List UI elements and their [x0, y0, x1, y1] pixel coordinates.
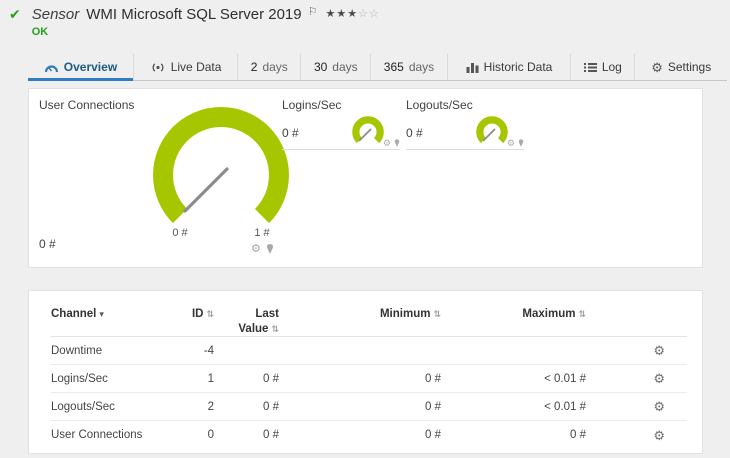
channels-panel: Channel ▾ ID ⇅ Last Value ⇅ Minimum ⇅ Maximu… — [28, 290, 703, 454]
tab-label: Log — [601, 60, 622, 74]
sort-icon: ⇅ — [271, 323, 279, 334]
tab-label: Historic Data — [483, 60, 553, 74]
mini-gauge-value: 0 # — [406, 126, 423, 140]
mini-gauge-title: Logouts/Sec — [406, 98, 473, 112]
gauge-max-label: 1 # — [254, 227, 270, 239]
tab-bar: Overview Live Data 2 days 30 days 365 da… — [28, 54, 727, 81]
column-header-label: Minimum — [379, 308, 431, 320]
table-row: Logins/Sec 1 0 # 0 # < 0.01 # ⚙ — [51, 365, 687, 393]
channel-settings-icon[interactable]: ⚙ — [586, 400, 687, 413]
pin-icon[interactable] — [266, 244, 274, 255]
tab-label: Settings — [667, 60, 712, 74]
tab-label-number: 30 — [313, 60, 328, 74]
tab-label-unit: days — [332, 60, 358, 74]
channel-name: Logins/Sec — [51, 372, 108, 385]
channel-id: -4 — [203, 344, 214, 357]
logouts-gauge-block: Logouts/Sec 0 # ⚙ — [406, 98, 524, 150]
column-header-last-value[interactable]: Last Value ⇅ — [214, 307, 279, 337]
logouts-gauge-actions: ⚙ — [507, 139, 524, 148]
tab-overview[interactable]: Overview — [28, 54, 133, 81]
gauge-min-label: 0 # — [172, 227, 188, 239]
sort-icon: ⇅ — [206, 309, 214, 319]
column-header-channel[interactable]: Channel ▾ — [51, 307, 174, 322]
sensor-header: ✔ Sensor WMI Microsoft SQL Server 2019 ⚐… — [9, 6, 380, 38]
channel-maximum: 0 # — [570, 429, 586, 441]
gauge-needle — [183, 167, 229, 213]
priority-star-rating[interactable]: ★★★☆☆ — [325, 7, 379, 20]
tab-30-days[interactable]: 30 days — [300, 54, 370, 80]
tab-live-data[interactable]: Live Data — [132, 54, 237, 80]
table-header-row: Channel ▾ ID ⇅ Last Value ⇅ Minimum ⇅ Maximu… — [51, 301, 687, 337]
column-header-id[interactable]: ID ⇅ — [174, 307, 214, 322]
historic-data-icon — [466, 62, 479, 73]
tab-label-unit: days — [408, 60, 435, 74]
status-ok-icon: ✔ — [9, 6, 21, 22]
channel-name: User Connections — [51, 429, 143, 441]
channel-name: Downtime — [51, 344, 103, 357]
column-header-label: Maximum — [522, 308, 576, 320]
object-kind-label: Sensor — [31, 6, 80, 23]
tab-label: Live Data — [170, 60, 222, 74]
stars-empty: ☆☆ — [358, 8, 380, 20]
channel-minimum: 0 # — [425, 429, 441, 441]
tab-label-number: 2 — [250, 60, 258, 74]
sort-desc-icon: ▾ — [99, 309, 104, 319]
table-row: Downtime -4 ⚙ — [51, 337, 687, 365]
tab-log[interactable]: Log — [570, 54, 634, 80]
channel-settings-icon[interactable]: ⚙ — [586, 344, 687, 357]
tab-historic-data[interactable]: Historic Data — [446, 54, 571, 80]
priority-flag-icon[interactable]: ⚐ — [308, 5, 318, 18]
sensor-title-block: Sensor WMI Microsoft SQL Server 2019 ⚐ ★… — [32, 6, 380, 38]
tab-label-unit: days — [262, 60, 288, 74]
sort-icon: ⇅ — [433, 309, 441, 319]
pin-icon[interactable] — [518, 139, 524, 148]
page-title: WMI Microsoft SQL Server 2019 — [86, 6, 302, 23]
column-header-minimum[interactable]: Minimum ⇅ — [279, 307, 441, 322]
channel-last-value: 0 # — [263, 429, 279, 441]
gauge-needle — [482, 128, 496, 142]
channel-minimum: 0 # — [425, 400, 441, 413]
table-row: User Connections 0 0 # 0 # 0 # ⚙ — [51, 421, 687, 449]
column-header-label: Channel — [51, 308, 97, 320]
tab-label-number: 365 — [383, 60, 404, 74]
tab-2-days[interactable]: 2 days — [237, 54, 300, 80]
mini-gauge-title: Logins/Sec — [282, 98, 342, 112]
column-header-label: ID — [191, 308, 204, 320]
tab-365-days[interactable]: 365 days — [370, 54, 447, 80]
gear-icon[interactable]: ⚙ — [251, 244, 261, 255]
channel-last-value: 0 # — [263, 372, 279, 385]
channel-maximum: < 0.01 # — [544, 372, 586, 385]
status-badge: OK — [31, 26, 49, 38]
pin-icon[interactable] — [394, 139, 400, 148]
channel-last-value: 0 # — [263, 400, 279, 413]
logins-gauge-block: Logins/Sec 0 # ⚙ — [282, 98, 400, 150]
sort-icon: ⇅ — [578, 309, 586, 319]
tab-label: Overview — [63, 60, 118, 74]
table-row: Logouts/Sec 2 0 # 0 # < 0.01 # ⚙ — [51, 393, 687, 421]
channel-id: 0 — [207, 429, 214, 441]
gear-icon[interactable]: ⚙ — [507, 139, 515, 148]
settings-gear-icon: ⚙ — [651, 59, 663, 75]
channel-id: 2 — [207, 400, 214, 413]
tab-settings[interactable]: ⚙ Settings — [634, 54, 727, 80]
live-data-icon — [152, 62, 164, 72]
channel-settings-icon[interactable]: ⚙ — [586, 372, 687, 385]
channel-name: Logouts/Sec — [51, 400, 115, 413]
channel-maximum: < 0.01 # — [544, 400, 586, 413]
channel-minimum: 0 # — [425, 372, 441, 385]
gauges-panel: User Connections 0 # 1 # 0 # ⚙ Logins/Se… — [28, 88, 703, 268]
stars-filled: ★★★ — [325, 8, 359, 20]
primary-gauge-value: 0 # — [39, 237, 56, 251]
channel-id: 1 — [207, 372, 214, 385]
channels-table: Channel ▾ ID ⇅ Last Value ⇅ Minimum ⇅ Maximu… — [51, 301, 687, 449]
logins-gauge-actions: ⚙ — [383, 139, 400, 148]
mini-gauge-value: 0 # — [282, 126, 299, 140]
gear-icon[interactable]: ⚙ — [383, 139, 391, 148]
primary-gauge-actions: ⚙ — [251, 244, 274, 255]
log-icon — [583, 62, 597, 72]
gauge-needle — [358, 128, 372, 142]
column-header-maximum[interactable]: Maximum ⇅ — [441, 307, 586, 322]
overview-gauge-icon — [44, 64, 58, 72]
channel-settings-icon[interactable]: ⚙ — [586, 429, 687, 442]
